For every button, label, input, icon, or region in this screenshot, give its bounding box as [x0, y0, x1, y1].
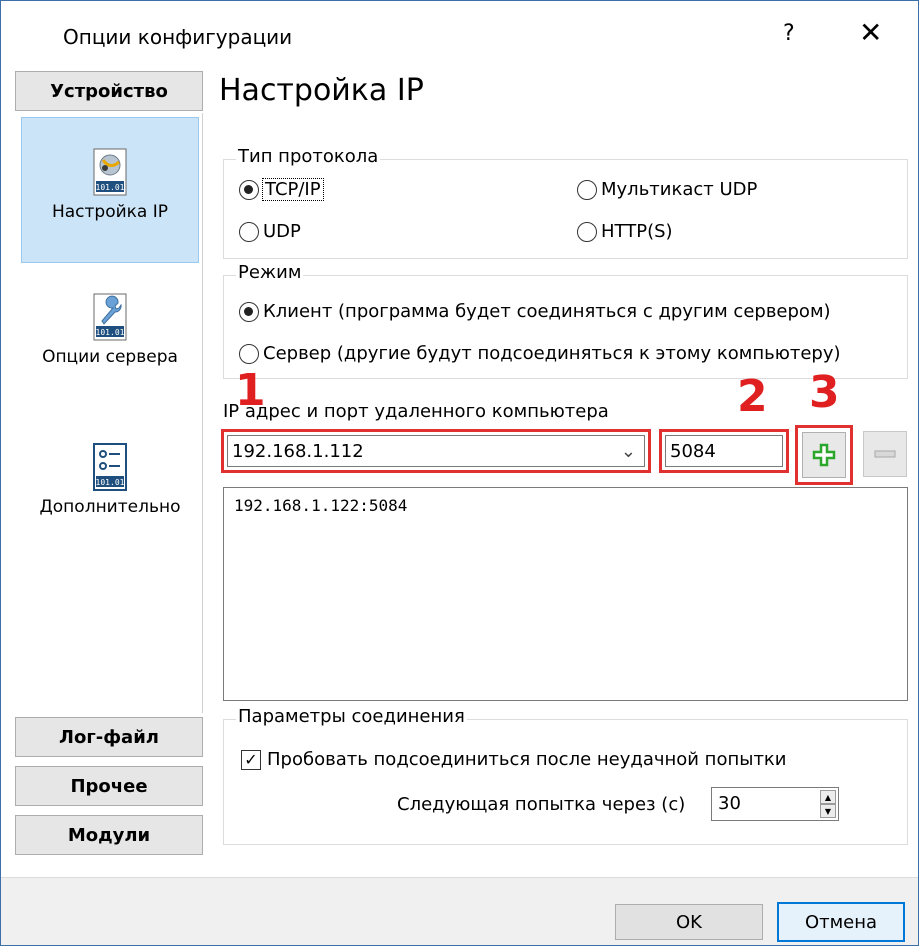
config-window: Опции конфигурации ? ✕ Устройство 101.01…	[0, 0, 919, 946]
wrench-101-icon: 101.01	[93, 293, 127, 341]
radio-button[interactable]	[577, 221, 597, 242]
radio-server[interactable]: Сервер (другие будут подсоединяться к эт…	[239, 343, 841, 364]
remove-address-button[interactable]	[863, 431, 907, 477]
protocol-group: Тип протокола	[223, 146, 908, 259]
nav-item-server-options[interactable]: 101.01 Опции сервера	[21, 293, 199, 403]
ip-address-value: 192.168.1.112	[232, 440, 364, 462]
nav-device-button[interactable]: Устройство	[15, 71, 203, 111]
marker-2: 2	[737, 371, 768, 422]
radio-udp[interactable]: UDP	[239, 221, 301, 242]
retry-checkbox[interactable]: ✓	[241, 749, 261, 770]
help-button[interactable]: ?	[783, 21, 795, 46]
radio-tcpip[interactable]: TCP/IP	[239, 178, 324, 201]
add-button-face[interactable]	[802, 432, 846, 478]
radio-button[interactable]	[239, 343, 259, 364]
ip-address-input[interactable]: 192.168.1.112	[227, 435, 645, 467]
cancel-button[interactable]: Отмена	[777, 902, 905, 942]
port-value: 5084	[670, 440, 716, 462]
next-attempt-value: 30	[718, 793, 741, 814]
svg-text:101.01: 101.01	[96, 478, 125, 487]
svg-text:101.01: 101.01	[96, 328, 125, 337]
nav-item-ip-settings[interactable]: 101.01 Настройка IP	[21, 117, 199, 263]
protocol-legend: Тип протокола	[236, 146, 381, 167]
radio-button[interactable]	[239, 221, 259, 242]
radio-button-checked[interactable]	[239, 179, 259, 200]
mode-legend: Режим	[236, 262, 304, 283]
nav-panel: 101.01 Настройка IP 101.01 Опции сервера	[15, 113, 203, 713]
nav-modules-button[interactable]: Модули	[15, 815, 203, 855]
radio-button-checked[interactable]	[239, 301, 259, 322]
list-item[interactable]: 192.168.1.122:5084	[234, 496, 897, 515]
retry-label: Пробовать подсоединиться после неудачной…	[267, 749, 787, 770]
radio-button[interactable]	[577, 179, 597, 200]
spin-down-icon[interactable]: ▼	[820, 804, 836, 818]
minus-icon	[874, 450, 896, 458]
nav-logfile-button[interactable]: Лог-файл	[15, 717, 203, 757]
radio-label: HTTP(S)	[601, 221, 673, 242]
address-label: IP адрес и порт удаленного компьютера	[223, 401, 609, 422]
connection-group: Параметры соединения	[223, 706, 908, 845]
network-101-icon: 101.01	[93, 148, 127, 196]
nav-item-label: Настройка IP	[51, 202, 169, 222]
radio-label: UDP	[263, 221, 301, 242]
radio-label: TCP/IP	[262, 178, 324, 201]
spin-buttons: ▲ ▼	[820, 790, 836, 818]
plus-icon	[812, 443, 836, 467]
marker-3: 3	[809, 367, 840, 418]
nav-item-label: Опции сервера	[42, 347, 178, 367]
radio-multicast-udp[interactable]: Мультикаст UDP	[577, 179, 757, 200]
port-input[interactable]: 5084	[665, 435, 783, 467]
nav-item-label: Дополнительно	[39, 497, 181, 517]
retry-checkbox-row[interactable]: ✓ Пробовать подсоединиться после неудачн…	[241, 749, 787, 770]
ip-address-combobox[interactable]: 192.168.1.112 ⌄	[221, 429, 651, 473]
radio-label: Клиент (программа будет соединяться с др…	[263, 301, 831, 322]
nav-item-advanced[interactable]: 101.01 Дополнительно	[21, 443, 199, 553]
spin-up-icon[interactable]: ▲	[820, 790, 836, 804]
next-attempt-stepper[interactable]: 30 ▲ ▼	[711, 787, 839, 821]
next-attempt-label: Следующая попытка через (с)	[397, 794, 686, 815]
address-list[interactable]: 192.168.1.122:5084	[223, 487, 908, 701]
window-title: Опции конфигурации	[63, 25, 293, 49]
connection-legend: Параметры соединения	[236, 706, 467, 727]
options-101-icon: 101.01	[93, 443, 127, 491]
page-title: Настройка IP	[219, 73, 424, 108]
nav-other-button[interactable]: Прочее	[15, 766, 203, 806]
radio-client[interactable]: Клиент (программа будет соединяться с др…	[239, 301, 831, 322]
marker-1: 1	[235, 365, 266, 416]
close-button[interactable]: ✕	[859, 19, 882, 47]
svg-text:101.01: 101.01	[96, 183, 125, 192]
radio-label: Мультикаст UDP	[601, 179, 758, 200]
port-field[interactable]: 5084	[659, 429, 789, 473]
ok-button[interactable]: OK	[615, 904, 763, 940]
radio-label: Сервер (другие будут подсоединяться к эт…	[263, 343, 841, 364]
chevron-down-icon[interactable]: ⌄	[621, 441, 636, 462]
radio-https[interactable]: HTTP(S)	[577, 221, 673, 242]
title-bar: Опции конфигурации ? ✕	[1, 1, 918, 69]
add-address-button[interactable]	[795, 425, 853, 485]
